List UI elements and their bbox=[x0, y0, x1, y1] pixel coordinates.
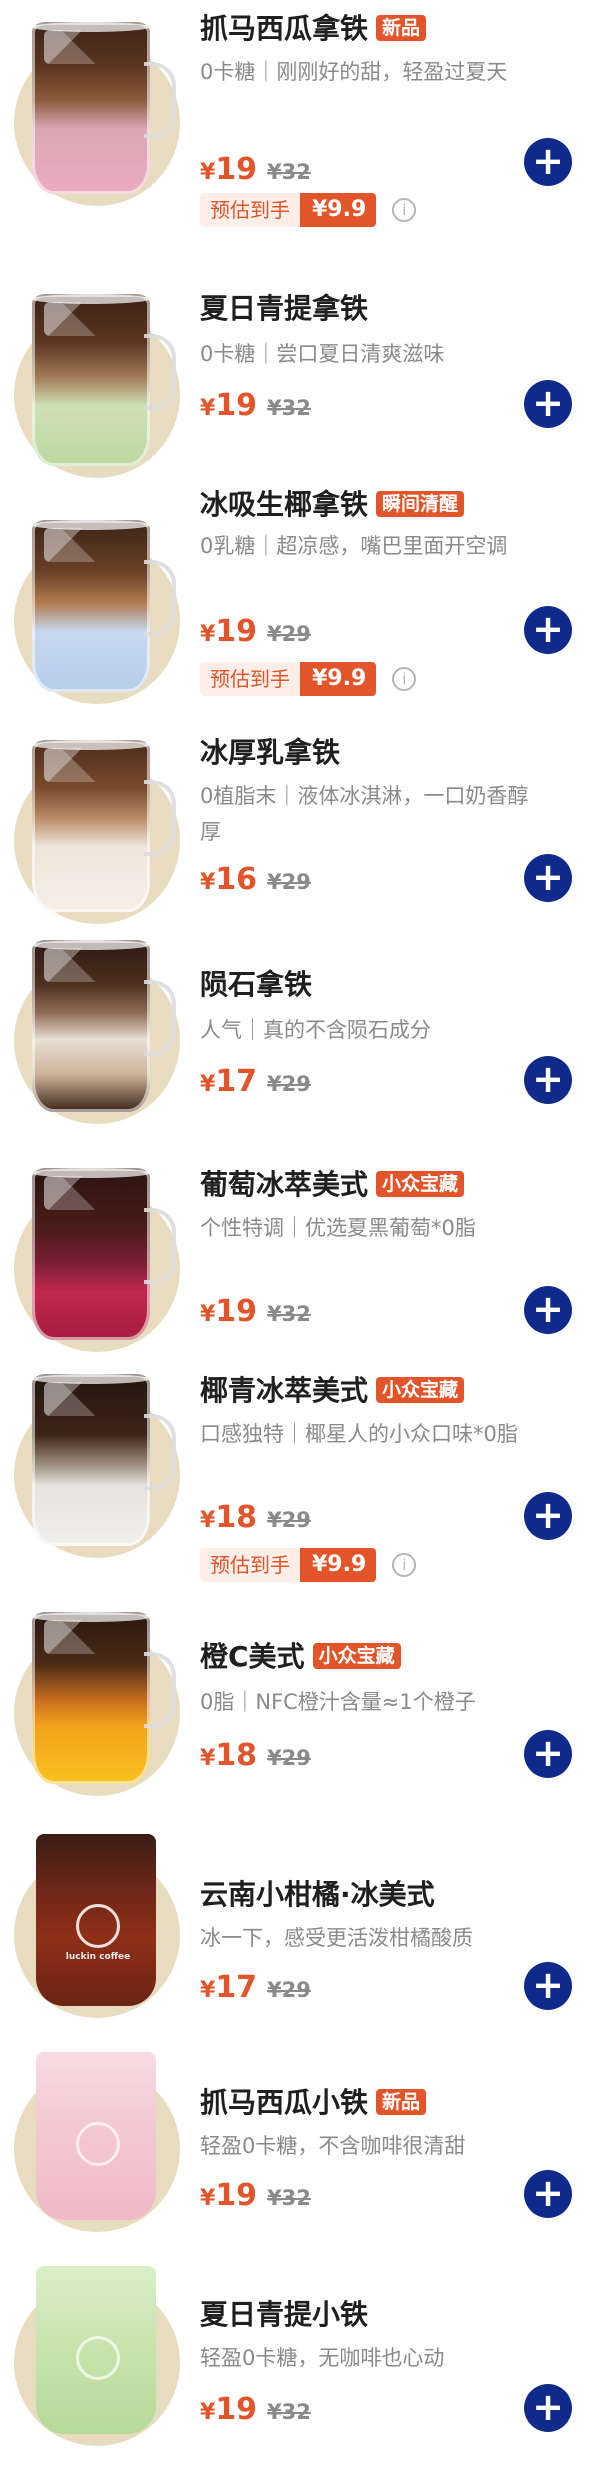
product-image[interactable] bbox=[14, 740, 180, 924]
product-name: 抓马西瓜小铁 新品 bbox=[200, 2086, 427, 2120]
product-image[interactable]: luckin coffee bbox=[14, 1834, 180, 2018]
product-price: ¥19 ¥29 bbox=[200, 614, 311, 649]
product-image[interactable] bbox=[14, 1374, 180, 1558]
product-tag: 新品 bbox=[376, 15, 427, 41]
original-price: ¥29 bbox=[267, 1978, 311, 2002]
product-image[interactable] bbox=[14, 294, 180, 478]
product-image[interactable] bbox=[14, 22, 180, 206]
product-price: ¥17 ¥29 bbox=[200, 1970, 311, 2005]
product-price: ¥17 ¥29 bbox=[200, 1064, 311, 1099]
add-to-cart-button[interactable]: + bbox=[524, 1286, 572, 1334]
original-price: ¥29 bbox=[267, 622, 311, 646]
original-price: ¥29 bbox=[267, 870, 311, 894]
product-price: ¥19 ¥32 bbox=[200, 2178, 311, 2213]
product-name: 橙C美式 小众宝藏 bbox=[200, 1640, 401, 1674]
product-price: ¥18 ¥29 bbox=[200, 1738, 311, 1773]
product-name: 抓马西瓜拿铁 新品 bbox=[200, 12, 427, 46]
product-name: 夏日青提拿铁 bbox=[200, 292, 369, 325]
add-to-cart-button[interactable]: + bbox=[524, 1492, 572, 1540]
product-image[interactable] bbox=[14, 1612, 180, 1796]
product-description: 人气｜真的不含陨石成分 bbox=[200, 1018, 431, 1042]
product-image[interactable] bbox=[14, 940, 180, 1124]
product-description: 轻盈0卡糖，不含咖啡很清甜 bbox=[200, 2134, 466, 2158]
product-price: ¥19 ¥32 bbox=[200, 388, 311, 423]
original-price: ¥32 bbox=[267, 160, 311, 184]
product-image[interactable] bbox=[14, 2266, 180, 2446]
product-tag: 小众宝藏 bbox=[376, 1171, 465, 1197]
product-description: 0乳糖｜超凉感，嘴巴里面开空调 bbox=[200, 534, 508, 558]
add-to-cart-button[interactable]: + bbox=[524, 2384, 572, 2432]
product-description: 轻盈0卡糖，无咖啡也心动 bbox=[200, 2346, 445, 2370]
add-to-cart-button[interactable]: + bbox=[524, 380, 572, 428]
original-price: ¥29 bbox=[267, 1746, 311, 1770]
add-to-cart-button[interactable]: + bbox=[524, 854, 572, 902]
add-to-cart-button[interactable]: + bbox=[524, 1056, 572, 1104]
product-name: 陨石拿铁 bbox=[200, 968, 313, 1001]
estimated-price-badge: 预估到手 ¥9.9 i bbox=[200, 1548, 417, 1582]
add-to-cart-button[interactable]: + bbox=[524, 1730, 572, 1778]
product-price: ¥19 ¥32 bbox=[200, 1294, 311, 1329]
product-price: ¥19 ¥32 bbox=[200, 152, 311, 187]
product-tag: 瞬间清醒 bbox=[376, 491, 465, 517]
product-description: 冰一下，感受更活泼柑橘酸质 bbox=[200, 1926, 473, 1950]
product-description: 0卡糖｜刚刚好的甜，轻盈过夏天 bbox=[200, 60, 508, 84]
add-to-cart-button[interactable]: + bbox=[524, 138, 572, 186]
original-price: ¥29 bbox=[267, 1508, 311, 1532]
product-image[interactable] bbox=[14, 520, 180, 704]
original-price: ¥32 bbox=[267, 1302, 311, 1326]
luckin-logo-icon bbox=[76, 1904, 120, 1948]
product-name: 椰青冰萃美式 小众宝藏 bbox=[200, 1374, 465, 1408]
product-price: ¥16 ¥29 bbox=[200, 862, 311, 897]
product-name: 云南小柑橘·冰美式 bbox=[200, 1878, 435, 1911]
product-name: 冰厚乳拿铁 bbox=[200, 736, 341, 769]
original-price: ¥32 bbox=[267, 2400, 311, 2424]
add-to-cart-button[interactable]: + bbox=[524, 1962, 572, 2010]
product-name: 夏日青提小铁 bbox=[200, 2298, 369, 2331]
add-to-cart-button[interactable]: + bbox=[524, 2170, 572, 2218]
product-image[interactable] bbox=[14, 2052, 180, 2232]
info-icon[interactable]: i bbox=[392, 667, 417, 691]
product-list: 抓马西瓜拿铁 新品 0卡糖｜刚刚好的甜，轻盈过夏天 ¥19 ¥32 预估到手 ¥9.9… bbox=[0, 0, 602, 2478]
original-price: ¥32 bbox=[267, 2186, 311, 2210]
original-price: ¥29 bbox=[267, 1072, 311, 1096]
product-description: 0卡糖｜尝口夏日清爽滋味 bbox=[200, 342, 445, 366]
original-price: ¥32 bbox=[267, 396, 311, 420]
product-price: ¥19 ¥32 bbox=[200, 2392, 311, 2427]
product-description: 0植脂末｜液体冰淇淋，一口奶香醇厚 bbox=[200, 784, 529, 844]
product-name: 葡萄冰萃美式 小众宝藏 bbox=[200, 1168, 465, 1202]
estimated-price-badge: 预估到手 ¥9.9 i bbox=[200, 662, 417, 696]
product-tag: 小众宝藏 bbox=[312, 1643, 401, 1669]
luckin-logo-icon bbox=[76, 2122, 120, 2166]
product-description: 口感独特｜椰星人的小众口味*0脂 bbox=[200, 1422, 518, 1446]
product-image[interactable] bbox=[14, 1168, 180, 1352]
info-icon[interactable]: i bbox=[392, 1553, 417, 1577]
luckin-logo-icon bbox=[76, 2336, 120, 2380]
estimated-price-badge: 预估到手 ¥9.9 i bbox=[200, 193, 417, 227]
product-tag: 小众宝藏 bbox=[376, 1377, 465, 1403]
cup-logo-text: luckin coffee bbox=[65, 1952, 131, 1962]
info-icon[interactable]: i bbox=[392, 198, 417, 222]
add-to-cart-button[interactable]: + bbox=[524, 606, 572, 654]
product-tag: 新品 bbox=[376, 2089, 427, 2115]
product-description: 0脂｜NFC橙汁含量≈1个橙子 bbox=[200, 1690, 476, 1714]
product-name: 冰吸生椰拿铁 瞬间清醒 bbox=[200, 488, 465, 522]
product-description: 个性特调｜优选夏黑葡萄*0脂 bbox=[200, 1216, 476, 1240]
product-price: ¥18 ¥29 bbox=[200, 1500, 311, 1535]
